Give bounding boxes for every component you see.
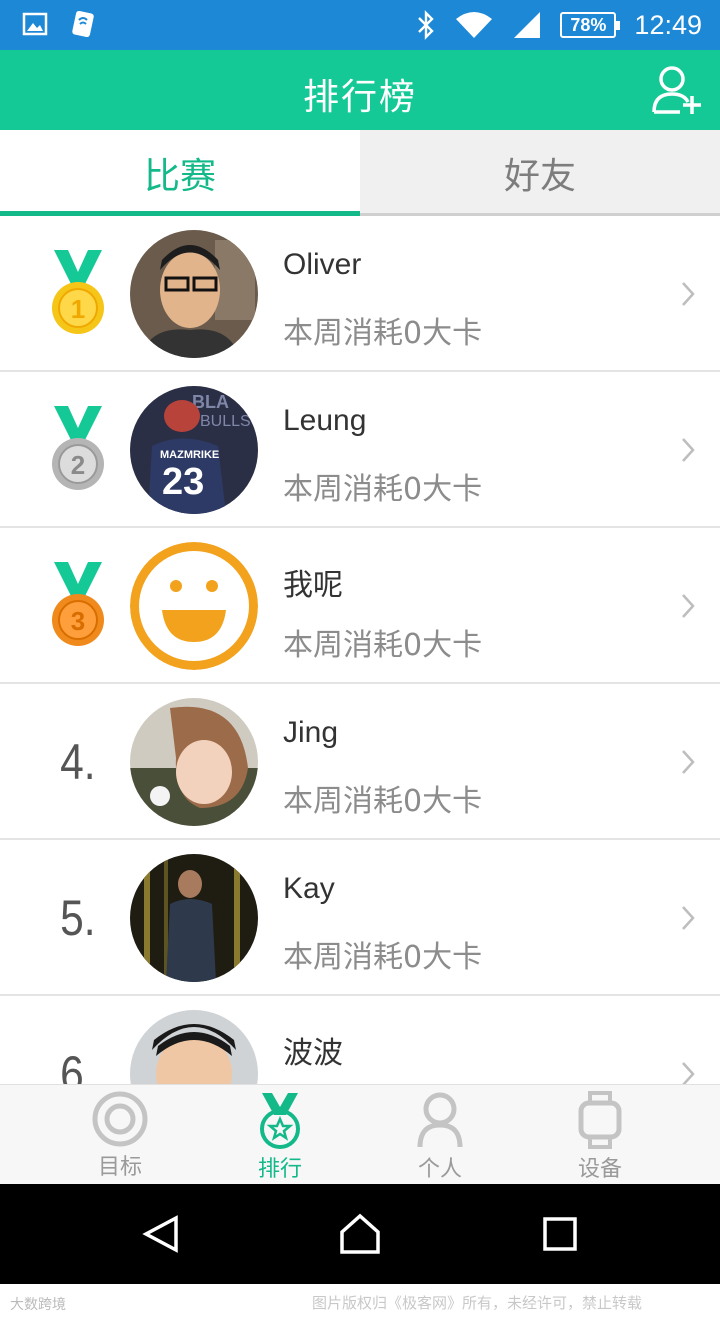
status-bar-left (22, 10, 96, 38)
svg-text:2: 2 (71, 450, 85, 480)
weekly-calories: 本周消耗0大卡 (283, 472, 483, 507)
image-icon (22, 12, 48, 36)
avatar (130, 854, 258, 982)
home-icon[interactable] (338, 1212, 382, 1256)
nav-item-device[interactable]: 设备 (520, 1085, 680, 1185)
list-item[interactable]: 4. Jing 本周消耗0大卡 (0, 684, 720, 840)
add-friend-icon[interactable] (650, 64, 704, 116)
gold-medal-icon: 1 (52, 250, 104, 334)
list-item[interactable]: 2 BLA BULLS MAZMRIKE 23 Leung 本周消耗0大卡 (0, 372, 720, 528)
avatar (130, 230, 258, 358)
nav-label: 目标 (97, 1155, 142, 1180)
rank-number: 6. (60, 1046, 96, 1084)
weekly-calories: 本周消耗0大卡 (283, 784, 483, 819)
battery-icon: 78% (560, 12, 621, 38)
svg-text:MAZMRIKE: MAZMRIKE (160, 449, 219, 461)
medal-star-icon (260, 1093, 300, 1149)
user-name: 波波 (283, 1037, 343, 1070)
list-item[interactable]: 6. 波波 (0, 996, 720, 1084)
recents-icon[interactable] (538, 1212, 582, 1256)
target-icon (92, 1091, 148, 1147)
nav-item-ranking[interactable]: 排行 (200, 1085, 360, 1185)
avatar (130, 542, 258, 670)
app-notification-icon (72, 10, 94, 38)
list-item[interactable]: 5. Kay 本周消耗0大卡 (0, 840, 720, 996)
list-item[interactable]: 1 Oliver 本周消耗0大卡 (0, 216, 720, 372)
rank-badge: 3 (40, 556, 116, 656)
chevron-right-icon (682, 906, 695, 930)
status-bar: 78% 12:49 (0, 0, 720, 50)
user-name: Kay (283, 872, 335, 905)
chevron-right-icon (682, 282, 695, 306)
back-icon[interactable] (138, 1212, 182, 1256)
rank-number: 4. (60, 734, 96, 790)
rank-badge: 2 (40, 400, 116, 500)
chevron-right-icon (682, 750, 695, 774)
rank-number: 5. (60, 890, 96, 946)
list-item[interactable]: 3 我呢 本周消耗0大卡 (0, 528, 720, 684)
user-name: Leung (283, 404, 367, 437)
app-bar: 排行榜 (0, 50, 720, 130)
avatar (130, 698, 258, 826)
user-name: Oliver (283, 248, 362, 281)
tab-bar: 比赛 好友 (0, 130, 720, 216)
tab-competition[interactable]: 比赛 (0, 130, 360, 216)
clock: 12:49 (634, 9, 702, 40)
svg-text:3: 3 (71, 606, 85, 636)
user-name: 我呢 (283, 569, 343, 602)
weekly-calories: 本周消耗0大卡 (283, 316, 483, 351)
bluetooth-icon (418, 10, 435, 40)
wifi-icon (456, 12, 493, 38)
svg-text:23: 23 (162, 461, 204, 503)
chevron-right-icon (682, 438, 695, 462)
chevron-right-icon (682, 1062, 695, 1084)
watch-icon (578, 1091, 622, 1149)
silver-medal-icon: 2 (52, 406, 104, 490)
watermark-left: 大数跨境 (10, 1297, 66, 1313)
rank-badge: 1 (40, 244, 116, 344)
person-icon (417, 1092, 463, 1148)
nav-label: 排行 (257, 1157, 302, 1182)
nav-label: 个人 (417, 1157, 462, 1182)
nav-item-profile[interactable]: 个人 (360, 1085, 520, 1185)
watermark-right: 图片版权归《极客网》所有，未经许可，禁止转载 (312, 1294, 643, 1312)
page-title: 排行榜 (302, 77, 417, 118)
svg-text:1: 1 (71, 294, 85, 324)
signal-icon (514, 12, 541, 38)
chevron-right-icon (682, 594, 695, 618)
weekly-calories: 本周消耗0大卡 (283, 940, 483, 975)
bronze-medal-icon: 3 (52, 562, 104, 646)
avatar (130, 1010, 258, 1084)
watermark-strip: 大数跨境 图片版权归《极客网》所有，未经许可，禁止转载 (0, 1284, 720, 1320)
svg-text:BULLS: BULLS (200, 413, 251, 430)
leaderboard-list: 1 Oliver 本周消耗0大卡 2 BLA BULLS MAZMRIKE 23… (0, 216, 720, 1084)
weekly-calories: 本周消耗0大卡 (283, 628, 483, 663)
bottom-nav: 目标 排行 个人 设备 (0, 1084, 720, 1184)
avatar: BLA BULLS MAZMRIKE 23 (130, 386, 258, 514)
status-bar-right: 78% 12:49 (416, 6, 702, 44)
tab-friends[interactable]: 好友 (360, 130, 720, 216)
nav-item-goal[interactable]: 目标 (40, 1085, 200, 1185)
user-name: Jing (283, 716, 339, 749)
nav-label: 设备 (577, 1157, 622, 1182)
system-nav-bar (0, 1184, 720, 1284)
